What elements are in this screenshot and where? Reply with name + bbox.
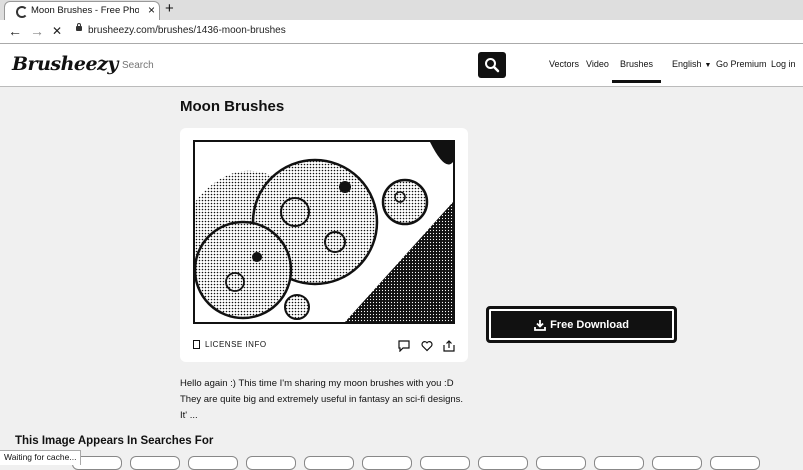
license-info-link[interactable]: LICENSE INFO: [193, 340, 267, 349]
browser-status-bar: Waiting for cache...: [0, 450, 82, 465]
search-icon: [485, 58, 500, 73]
search-tag[interactable]: [362, 456, 412, 470]
search-tag[interactable]: [420, 456, 470, 470]
search-tag[interactable]: [710, 456, 760, 470]
search-tag[interactable]: [652, 456, 702, 470]
license-info-label: LICENSE INFO: [205, 340, 267, 349]
address-bar: ← → ✕ brusheezy.com/brushes/1436-moon-br…: [0, 20, 803, 44]
browser-tab-bar: Moon Brushes - Free Photosho × +: [0, 0, 803, 21]
nav-go-premium[interactable]: Go Premium: [716, 59, 767, 69]
stop-button[interactable]: ✕: [52, 23, 62, 39]
moon-brushes-preview-image[interactable]: [193, 140, 455, 324]
search-tag[interactable]: [478, 456, 528, 470]
download-icon: [534, 319, 546, 331]
chevron-down-icon: ▼: [704, 62, 712, 69]
url-field[interactable]: brusheezy.com/brushes/1436-moon-brushes: [88, 25, 286, 36]
back-button[interactable]: ←: [8, 23, 22, 39]
nav-language[interactable]: English ▼: [672, 59, 711, 69]
tab-title: Moon Brushes - Free Photosho: [31, 5, 139, 16]
site-logo[interactable]: Brusheezy: [12, 53, 118, 75]
free-download-button[interactable]: Free Download: [486, 306, 677, 343]
share-icon: [443, 340, 455, 352]
search-tag[interactable]: [594, 456, 644, 470]
search-input[interactable]: [120, 56, 474, 74]
nav-video[interactable]: Video: [586, 59, 609, 69]
preview-card: LICENSE INFO: [180, 128, 468, 362]
site-header: Brusheezy Vectors Video Brushes English▼…: [0, 44, 803, 87]
document-icon: [193, 340, 200, 349]
search-tag[interactable]: [536, 456, 586, 470]
searches-section-title: This Image Appears In Searches For: [15, 435, 214, 447]
language-label: English: [672, 59, 702, 69]
moon-illustration: [195, 142, 453, 322]
search-button[interactable]: [478, 52, 506, 78]
search-tag[interactable]: [130, 456, 180, 470]
comment-button[interactable]: [398, 339, 410, 357]
search-tag[interactable]: [188, 456, 238, 470]
nav-vectors[interactable]: Vectors: [549, 59, 579, 69]
loading-spinner-icon: [16, 6, 28, 18]
new-tab-button[interactable]: +: [165, 1, 174, 17]
free-download-label: Free Download: [550, 318, 629, 331]
heart-icon: [421, 341, 433, 352]
page-title: Moon Brushes: [180, 98, 285, 115]
nav-login[interactable]: Log in: [771, 59, 796, 69]
search-tag[interactable]: [304, 456, 354, 470]
lock-icon: [76, 23, 82, 31]
favorite-button[interactable]: [421, 339, 433, 357]
search-tag[interactable]: [246, 456, 296, 470]
browser-tab[interactable]: Moon Brushes - Free Photosho ×: [4, 1, 160, 20]
forward-button[interactable]: →: [30, 23, 44, 39]
tab-close-icon[interactable]: ×: [148, 3, 155, 17]
brush-description: Hello again :) This time I'm sharing my …: [180, 378, 464, 421]
nav-brushes[interactable]: Brushes: [611, 59, 662, 83]
share-button[interactable]: [443, 339, 455, 357]
comment-icon: [398, 340, 410, 353]
